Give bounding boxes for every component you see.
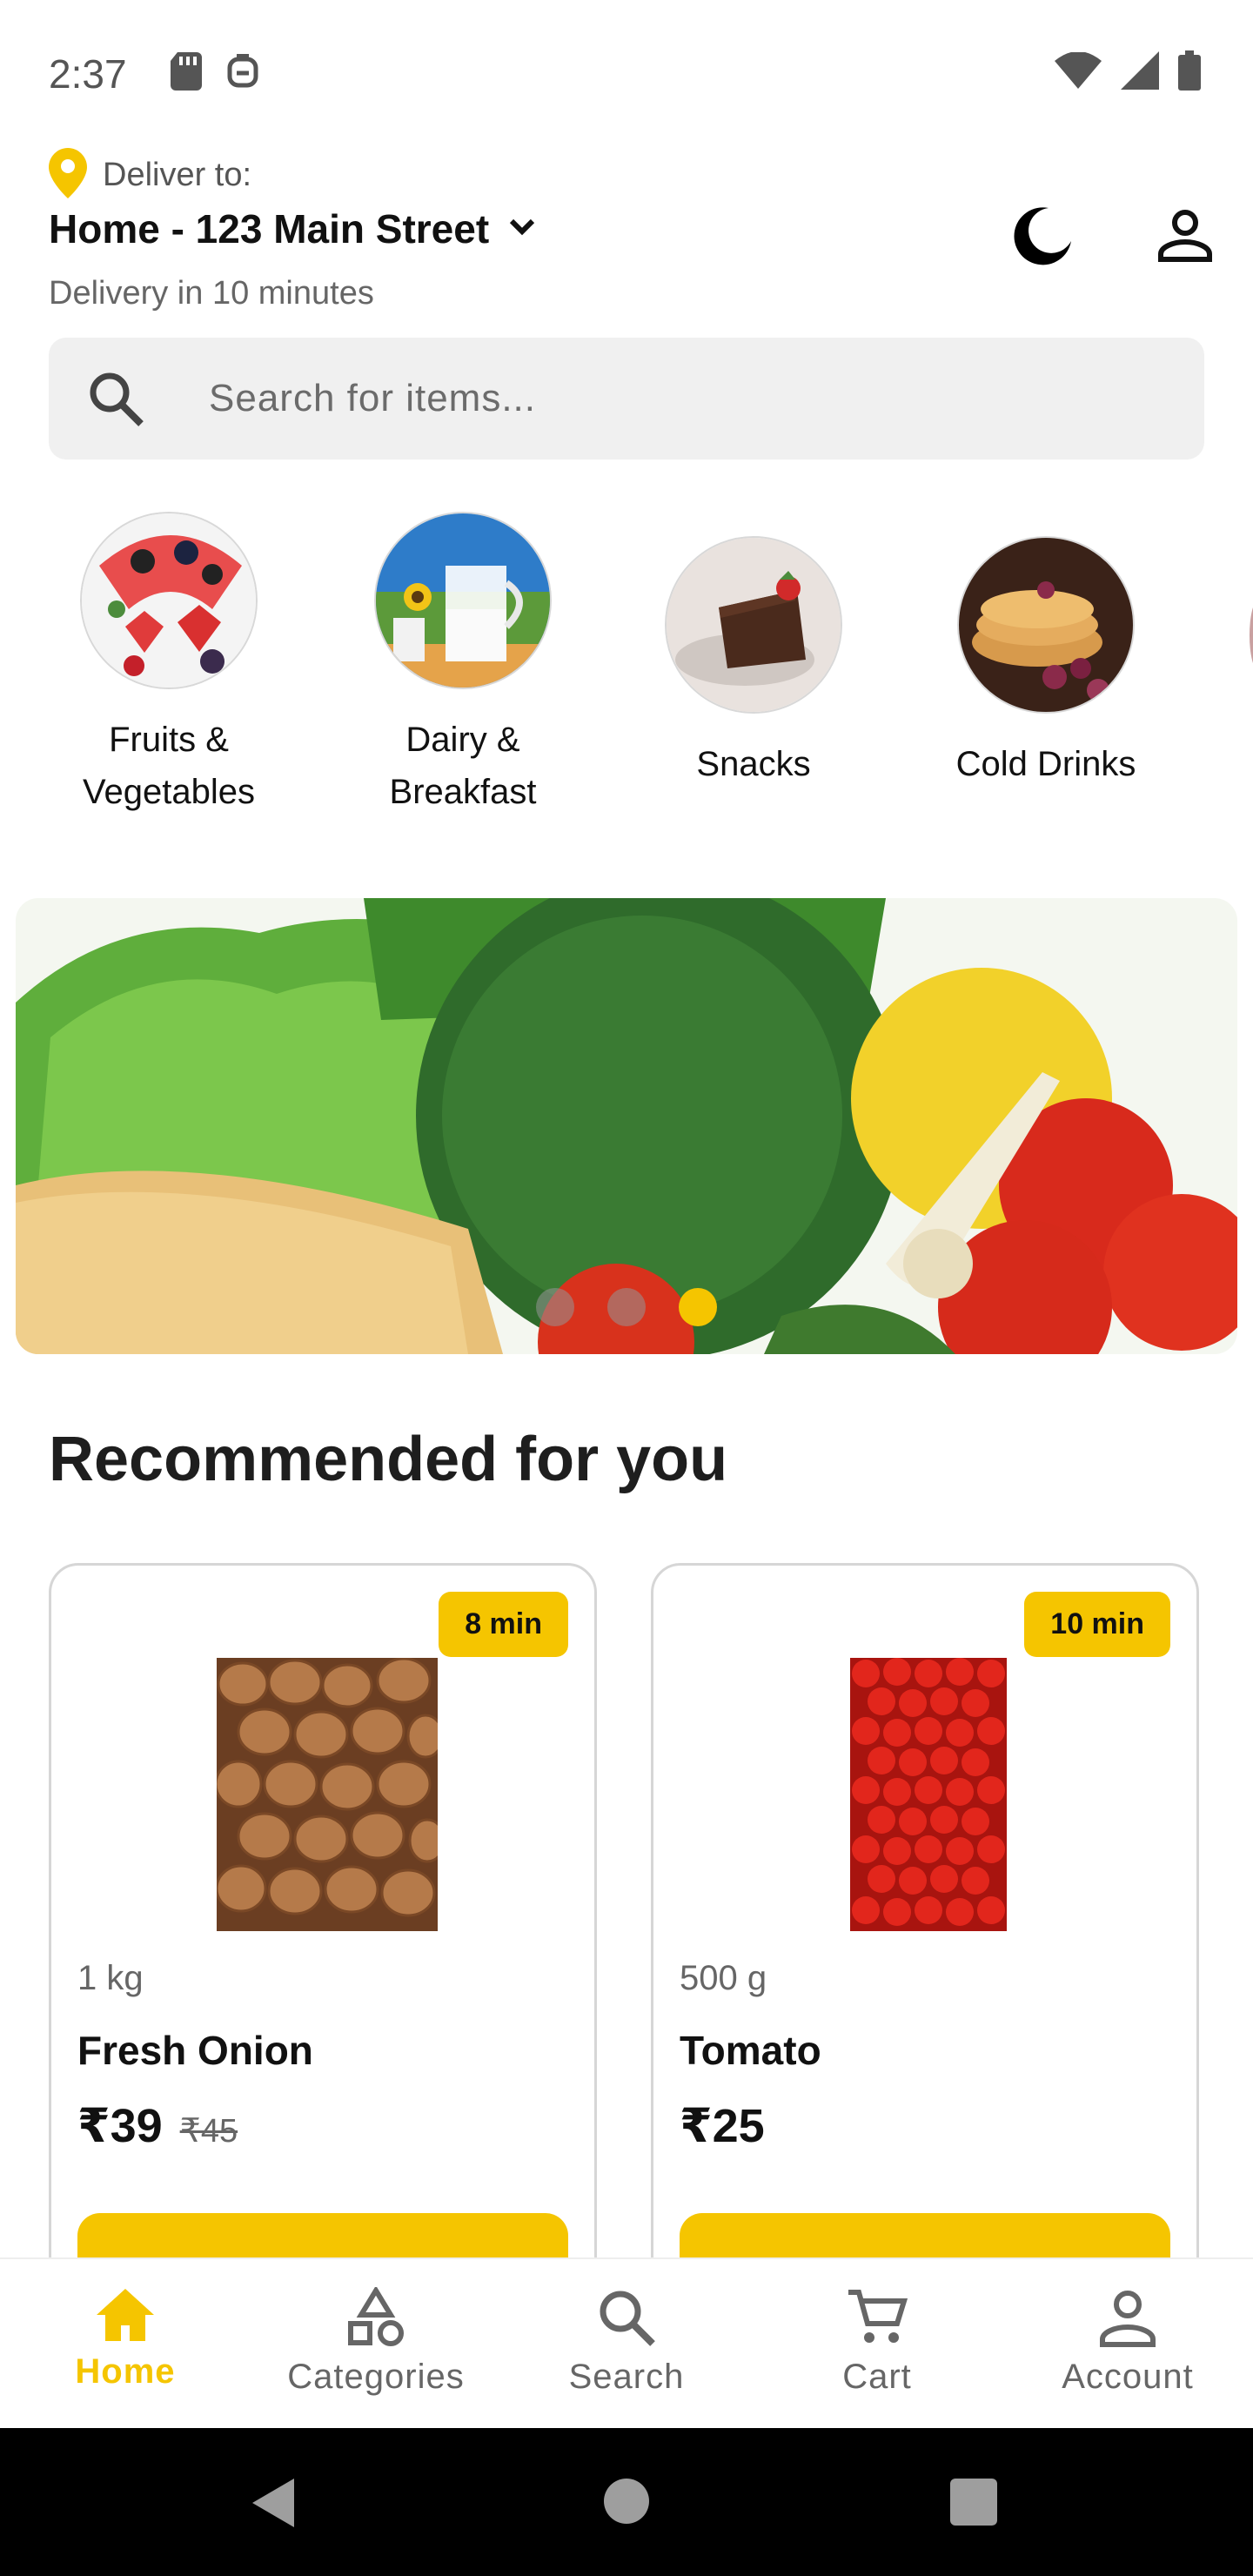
location-pin-icon [49, 148, 87, 203]
product-weight: 1 kg [77, 1959, 144, 1997]
product-name: Tomato [680, 2028, 821, 2073]
category-fruits-vegetables[interactable]: Fruits & Vegetables [38, 512, 299, 818]
product-card[interactable]: 10 min 500 g Tomato ₹25 [651, 1563, 1199, 2346]
category-label: Cold Drinks [955, 745, 1136, 783]
section-title: Recommended for you [49, 1425, 728, 1494]
nav-home[interactable]: Home [0, 2259, 251, 2430]
delivery-time-badge: 8 min [439, 1592, 568, 1657]
search-bar[interactable] [49, 338, 1204, 460]
category-overflow-hint [1250, 600, 1253, 670]
category-label: Snacks [696, 745, 811, 783]
delivery-time-badge: 10 min [1024, 1592, 1170, 1657]
status-icons-left [171, 52, 259, 95]
product-card[interactable]: 8 min 1 kg Fresh Onion ₹39 ₹45 [49, 1563, 597, 2346]
product-mrp: ₹45 [179, 2113, 238, 2150]
profile-button[interactable] [1143, 195, 1227, 278]
cold-drinks-image [957, 536, 1135, 714]
price-row: ₹25 [680, 2098, 765, 2153]
nav-account[interactable]: Account [1002, 2259, 1253, 2430]
category-strip[interactable]: Fruits & Vegetables Dairy & Breakfast Sn… [0, 508, 1253, 822]
categories-icon [345, 2285, 406, 2352]
search-icon [87, 370, 157, 427]
search-input[interactable] [207, 376, 1081, 421]
cart-icon [847, 2287, 908, 2352]
nav-label: Categories [287, 2358, 465, 2396]
bottom-navigation: Home Categories Search Cart Account [0, 2257, 1253, 2430]
vegetables-banner-image [16, 898, 1237, 1354]
notification-icon [226, 52, 259, 95]
signal-icon [1121, 51, 1159, 94]
category-label: Fruits & Vegetables [83, 721, 255, 811]
address-selector[interactable]: Home - 123 Main Street [49, 205, 539, 252]
snacks-image [665, 536, 842, 714]
search-icon [596, 2287, 657, 2352]
promo-banner-carousel[interactable] [16, 898, 1237, 1354]
carousel-indicator[interactable] [16, 1288, 1237, 1326]
status-icons-right [1055, 50, 1201, 95]
dairy-breakfast-image [374, 512, 552, 689]
chevron-down-icon [505, 214, 539, 245]
nav-label: Account [1062, 2358, 1194, 2396]
status-time: 2:37 [49, 51, 127, 97]
category-snacks[interactable]: Snacks [623, 536, 884, 790]
nav-cart[interactable]: Cart [752, 2259, 1002, 2430]
dark-mode-toggle[interactable] [1002, 195, 1086, 278]
system-navigation-bar [0, 2428, 1253, 2576]
product-weight: 500 g [680, 1959, 767, 1997]
onion-image [214, 1657, 446, 1935]
home-icon [95, 2287, 156, 2347]
carousel-dot-active[interactable] [679, 1288, 717, 1326]
deliver-to-label: Deliver to: [103, 157, 252, 193]
delivery-address: Home - 123 Main Street [49, 206, 490, 252]
nav-label: Home [75, 2352, 176, 2391]
product-price: ₹39 [77, 2100, 163, 2152]
nav-label: Cart [842, 2358, 912, 2396]
back-icon[interactable] [252, 2479, 296, 2532]
delivery-eta: Delivery in 10 minutes [49, 275, 374, 312]
price-row: ₹39 ₹45 [77, 2098, 238, 2153]
person-icon [1157, 207, 1213, 267]
nav-categories[interactable]: Categories [251, 2259, 501, 2430]
wifi-icon [1055, 51, 1102, 93]
sd-card-icon [171, 52, 202, 95]
tomato-image [850, 1658, 1007, 1935]
moon-icon [1014, 205, 1075, 270]
nav-label: Search [568, 2358, 685, 2396]
home-circle-icon[interactable] [604, 2479, 649, 2524]
nav-search[interactable]: Search [501, 2259, 752, 2430]
product-name: Fresh Onion [77, 2028, 313, 2073]
product-price: ₹25 [680, 2100, 765, 2152]
battery-icon [1178, 50, 1201, 95]
account-icon [1097, 2287, 1158, 2352]
category-cold-drinks[interactable]: Cold Drinks [915, 536, 1176, 790]
status-bar: 2:37 [0, 0, 1253, 148]
fruits-vegetables-image [80, 512, 258, 689]
delivery-header: Deliver to: Home - 123 Main Street Deliv… [49, 148, 1212, 312]
carousel-dot[interactable] [607, 1288, 646, 1326]
category-label: Dairy & Breakfast [389, 721, 537, 811]
category-dairy-breakfast[interactable]: Dairy & Breakfast [332, 512, 593, 818]
recents-icon[interactable] [950, 2479, 997, 2526]
carousel-dot[interactable] [536, 1288, 574, 1326]
